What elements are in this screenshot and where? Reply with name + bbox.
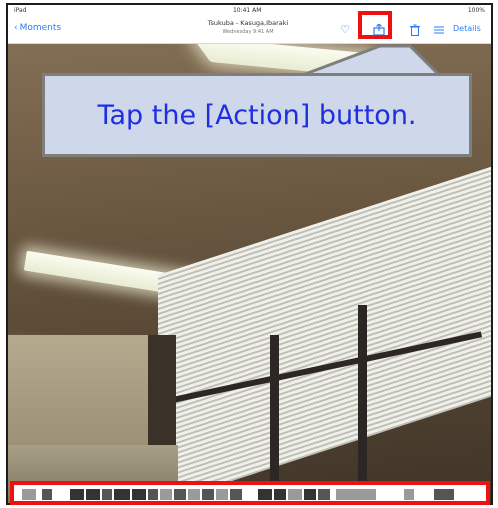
- details-button[interactable]: Details: [453, 24, 481, 33]
- carrier-label: iPad: [14, 7, 27, 14]
- clock-label: 10:41 AM: [232, 7, 262, 14]
- thumbnail[interactable]: [22, 489, 36, 500]
- thumbnail[interactable]: [174, 489, 186, 500]
- trash-icon[interactable]: [408, 24, 422, 37]
- battery-label: 100%: [467, 7, 485, 14]
- nav-title: Tsukuba - Kasuga,Ibaraki: [207, 19, 289, 27]
- back-label: Moments: [19, 23, 62, 33]
- window-frame: [358, 305, 367, 503]
- instruction-text: Tap the [Action] button.: [97, 99, 417, 131]
- nav-subtitle: Wednesday 9:41 AM: [222, 29, 274, 35]
- thumbnail[interactable]: [216, 489, 228, 500]
- thumbnail[interactable]: [434, 489, 454, 500]
- thumbnail[interactable]: [336, 489, 376, 500]
- thumbnail[interactable]: [258, 489, 272, 500]
- thumbnail[interactable]: [86, 489, 100, 500]
- chevron-left-icon: ‹: [14, 23, 18, 33]
- back-button[interactable]: ‹ Moments: [14, 23, 61, 33]
- thumbnail[interactable]: [148, 489, 158, 500]
- thumbnail[interactable]: [42, 489, 52, 500]
- thumbnail[interactable]: [274, 489, 286, 500]
- heart-icon[interactable]: ♡: [338, 24, 352, 36]
- thumbnail[interactable]: [288, 489, 302, 500]
- status-bar: iPad 10:41 AM 100%: [8, 5, 491, 16]
- window-frame: [270, 335, 279, 503]
- thumbnail[interactable]: [230, 489, 242, 500]
- thumbnail[interactable]: [114, 489, 130, 500]
- trash-glyph: [410, 24, 420, 37]
- thumbnail[interactable]: [304, 489, 316, 500]
- navigation-bar: ‹ Moments Tsukuba - Kasuga,Ibaraki Wedne…: [8, 16, 491, 44]
- edit-icon[interactable]: [432, 24, 446, 36]
- thumbnail[interactable]: [160, 489, 172, 500]
- nav-title-block: Tsukuba - Kasuga,Ibaraki Wednesday 9:41 …: [178, 19, 318, 37]
- thumbnail-filmstrip[interactable]: [10, 481, 490, 505]
- instruction-callout: Tap the [Action] button.: [42, 73, 472, 157]
- thumbnail[interactable]: [318, 489, 330, 500]
- thumbnail[interactable]: [132, 489, 146, 500]
- thumbnail[interactable]: [102, 489, 112, 500]
- thumbnail[interactable]: [70, 489, 84, 500]
- thumbnail[interactable]: [202, 489, 214, 500]
- action-button-highlight: [358, 11, 392, 39]
- edit-glyph: [434, 26, 444, 34]
- thumbnail[interactable]: [404, 489, 414, 500]
- thumbnail[interactable]: [188, 489, 200, 500]
